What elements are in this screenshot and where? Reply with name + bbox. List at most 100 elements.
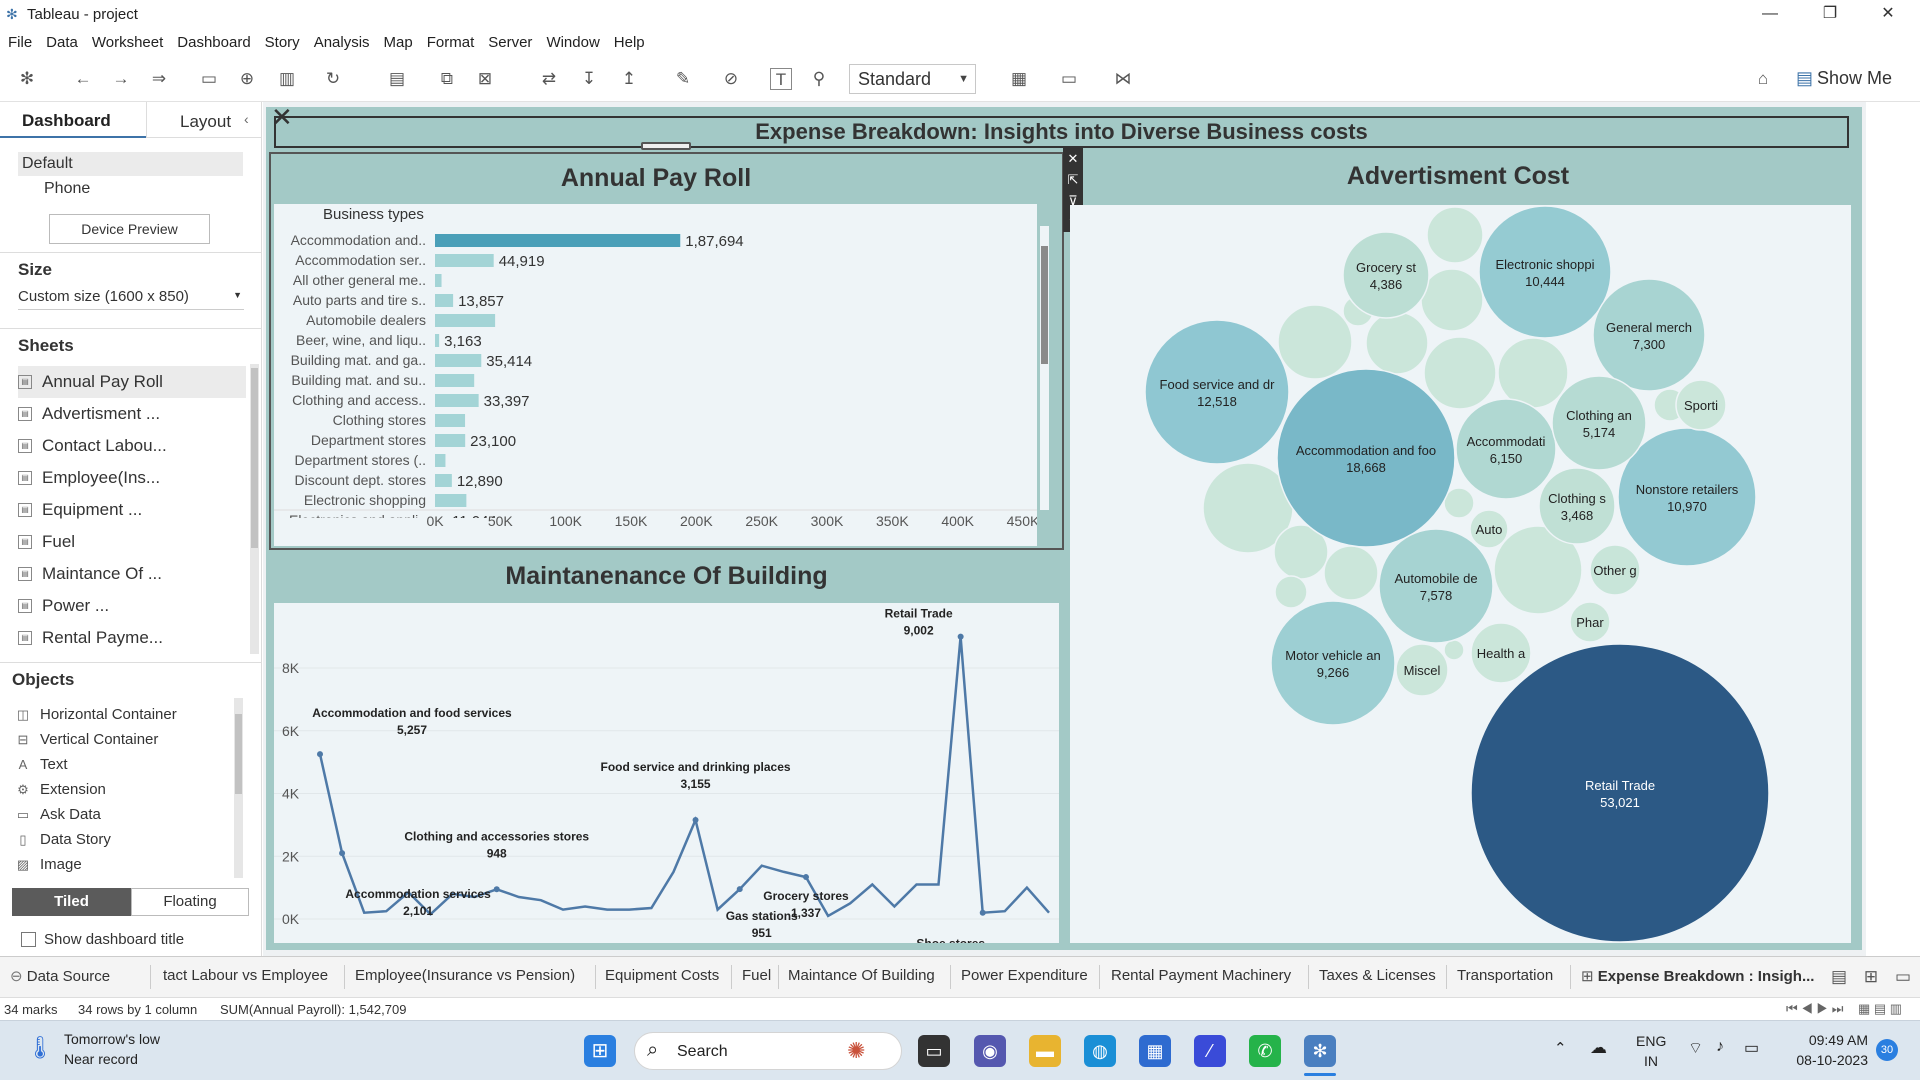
show-title-checkbox[interactable]: [21, 932, 36, 947]
tab-power[interactable]: Power Expenditure: [961, 967, 1088, 984]
tooltip-icon[interactable]: ⌂: [1752, 68, 1774, 90]
presentation-icon[interactable]: ▭: [1058, 68, 1080, 90]
sheet-nav-icon[interactable]: ⏮ ◀ ▶ ⏭: [1786, 1001, 1843, 1017]
bubble-unlabeled[interactable]: [1423, 336, 1497, 410]
new-worksheet-tab-icon[interactable]: ▤: [1828, 966, 1850, 988]
tab-equipment[interactable]: Equipment Costs: [605, 967, 719, 984]
collapse-panel-icon[interactable]: ‹: [244, 111, 249, 127]
annotated-point[interactable]: [736, 886, 743, 893]
lang-secondary[interactable]: IN: [1644, 1053, 1658, 1069]
bubble-unlabeled[interactable]: [1274, 575, 1308, 609]
pause-updates-icon[interactable]: ▥: [276, 68, 298, 90]
undo-icon[interactable]: ←: [72, 68, 94, 90]
tab-employee[interactable]: Employee(Insurance vs Pension): [355, 967, 575, 984]
device-preview-button[interactable]: Device Preview: [49, 214, 210, 244]
menu-window[interactable]: Window: [546, 34, 607, 51]
close-container-icon[interactable]: ✕: [271, 104, 293, 130]
annotated-point[interactable]: [317, 751, 323, 758]
scrollbar-thumb[interactable]: [235, 714, 242, 794]
sheet-item-advertisment[interactable]: ▤ Advertisment ...: [18, 398, 246, 430]
swap-icon[interactable]: ⇄: [538, 68, 560, 90]
store-icon[interactable]: ▦: [1139, 1035, 1171, 1067]
bubble-unlabeled[interactable]: [1420, 268, 1484, 332]
menu-analysis[interactable]: Analysis: [314, 34, 378, 51]
network-cloud-icon[interactable]: ☁: [1590, 1038, 1607, 1058]
payroll-scrollbar[interactable]: [1040, 226, 1049, 510]
volume-icon[interactable]: ♪: [1716, 1038, 1724, 1056]
task-view-icon[interactable]: ▭: [918, 1035, 950, 1067]
windows-start-icon[interactable]: ⊞: [584, 1035, 616, 1067]
sheet-item-employee[interactable]: ▤ Employee(Ins...: [18, 462, 246, 494]
menu-story[interactable]: Story: [265, 34, 308, 51]
highlight-icon[interactable]: ✎: [672, 68, 694, 90]
file-explorer-icon[interactable]: ▬: [1029, 1035, 1061, 1067]
whatsapp-icon[interactable]: ✆: [1249, 1035, 1281, 1067]
clock-time[interactable]: 09:49 AM: [1790, 1032, 1868, 1048]
bubble-unlabeled[interactable]: [1365, 311, 1429, 375]
tab-fuel[interactable]: Fuel: [742, 967, 771, 984]
object-extension[interactable]: ⚙ Extension: [16, 777, 226, 802]
bar[interactable]: [435, 454, 446, 467]
edge-icon[interactable]: ◍: [1084, 1035, 1116, 1067]
sheet-item-maintance[interactable]: ▤ Maintance Of ...: [18, 558, 246, 590]
taskbar-search[interactable]: ⌕ Search ✺: [634, 1032, 902, 1070]
scrollbar-thumb[interactable]: [251, 368, 258, 548]
bubble[interactable]: [1144, 319, 1290, 465]
bubble-unlabeled[interactable]: [1497, 337, 1569, 409]
tab-taxes[interactable]: Taxes & Licenses: [1319, 967, 1436, 984]
restore-icon[interactable]: ❐: [1802, 0, 1858, 28]
menu-format[interactable]: Format: [427, 34, 483, 51]
object-ask-data[interactable]: ▭ Ask Data: [16, 802, 226, 827]
size-select[interactable]: Custom size (1600 x 850) ▼: [18, 288, 244, 310]
floating-button[interactable]: Floating: [131, 888, 249, 916]
bubble[interactable]: [1270, 600, 1396, 726]
bar[interactable]: [435, 474, 452, 487]
show-me-button[interactable]: ▤ Show Me: [1796, 68, 1892, 89]
advertisment-bubble-chart[interactable]: Retail Trade 53,021 Accommodation and foo 1…: [1070, 205, 1851, 943]
sort-desc-icon[interactable]: ↥: [618, 68, 640, 90]
bubble-unlabeled[interactable]: [1426, 206, 1484, 264]
sheet-item-equipment[interactable]: ▤ Equipment ...: [18, 494, 246, 526]
bar[interactable]: [435, 334, 440, 347]
new-worksheet-icon[interactable]: ▤: [386, 68, 408, 90]
wifi-icon[interactable]: ⌔: [1688, 1038, 1703, 1058]
cards-icon[interactable]: ▦: [1008, 68, 1030, 90]
tiled-button[interactable]: Tiled: [12, 888, 131, 916]
menu-map[interactable]: Map: [384, 34, 421, 51]
bubble[interactable]: [1342, 231, 1430, 319]
group-icon[interactable]: ⊘: [720, 68, 742, 90]
tab-expense-breakdown[interactable]: ⊞ Expense Breakdown : Insigh...: [1581, 967, 1814, 985]
new-datasource-icon[interactable]: ⊕: [236, 68, 258, 90]
bar[interactable]: [435, 294, 454, 307]
object-text[interactable]: A Text: [16, 752, 226, 777]
sort-asc-icon[interactable]: ↧: [578, 68, 600, 90]
save-icon[interactable]: ▭: [198, 68, 220, 90]
lang-primary[interactable]: ENG: [1636, 1033, 1666, 1049]
bar[interactable]: [435, 254, 494, 267]
objects-scrollbar[interactable]: [234, 698, 243, 878]
device-default[interactable]: Default: [18, 152, 243, 176]
teams-icon[interactable]: ◉: [974, 1035, 1006, 1067]
weather-title[interactable]: Tomorrow's low: [64, 1031, 160, 1047]
menu-worksheet[interactable]: Worksheet: [92, 34, 171, 51]
app-icon[interactable]: ⁄: [1194, 1035, 1226, 1067]
bubble[interactable]: [1455, 398, 1557, 500]
tableau-logo-icon[interactable]: ✻: [16, 68, 38, 90]
notification-badge[interactable]: 30: [1876, 1039, 1898, 1061]
annotated-point[interactable]: [493, 886, 500, 893]
payroll-bar-chart[interactable]: Accommodation and.. 1,87,694 Accommodation…: [274, 226, 1037, 546]
menu-server[interactable]: Server: [488, 34, 540, 51]
tab-dashboard[interactable]: Dashboard: [0, 102, 146, 138]
weather-sub[interactable]: Near record: [64, 1051, 138, 1067]
scrollbar-thumb[interactable]: [1041, 246, 1048, 364]
object-vertical-container[interactable]: ⊟ Vertical Container: [16, 727, 226, 752]
menu-help[interactable]: Help: [614, 34, 653, 51]
bar[interactable]: [435, 494, 467, 507]
sheet-item-power[interactable]: ▤ Power ...: [18, 590, 246, 622]
duplicate-icon[interactable]: ⧉: [436, 68, 458, 90]
tab-data-source[interactable]: ⊖ Data Source: [10, 967, 110, 985]
minimize-icon[interactable]: —: [1742, 0, 1798, 28]
sheet-item-annual-pay-roll[interactable]: ▤ Annual Pay Roll: [18, 366, 246, 398]
bubble[interactable]: [1470, 643, 1770, 943]
tab-rental[interactable]: Rental Payment Machinery: [1111, 967, 1291, 984]
